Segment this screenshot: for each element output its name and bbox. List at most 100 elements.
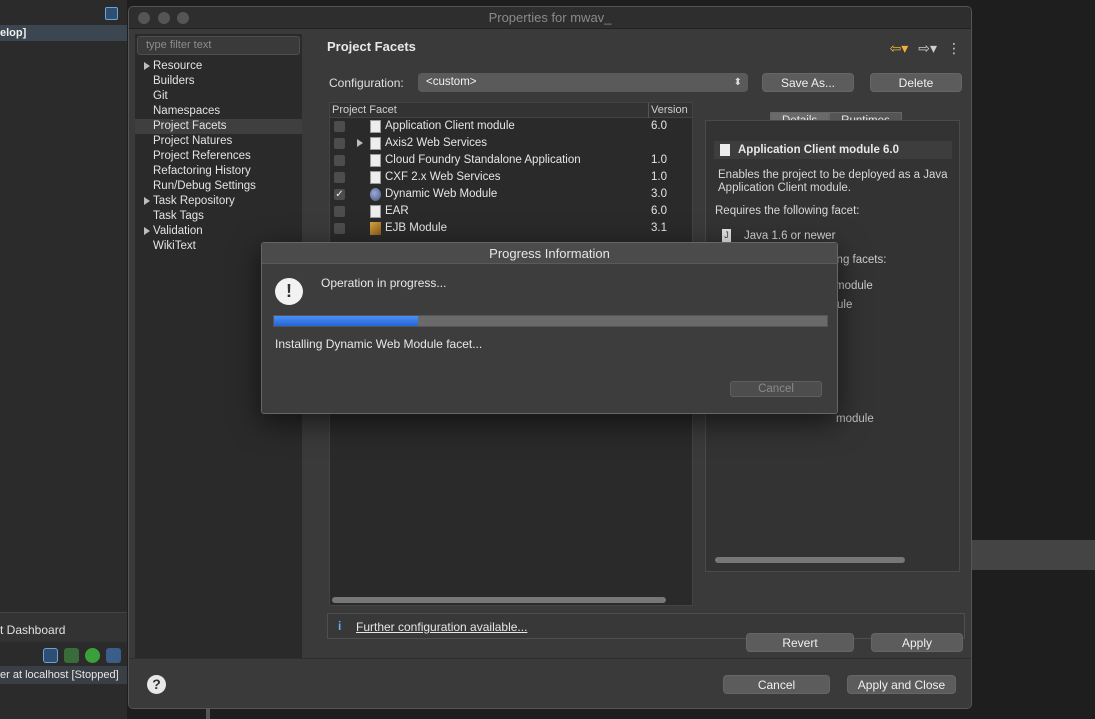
document-icon [370,205,381,218]
progress-task: Installing Dynamic Web Module facet... [275,337,483,351]
more-menu-icon[interactable]: ⋮ [947,40,961,57]
document-icon [720,144,730,156]
requires-label: Requires the following facet: [715,205,860,217]
facet-name: Cloud Foundry Standalone Application [385,154,581,166]
sidebar-item-task-tags[interactable]: Task Tags [135,209,302,224]
further-config-link[interactable]: Further configuration available... [356,620,527,634]
configuration-label: Configuration: [329,76,404,90]
sidebar-tree: Resource Builders Git Namespaces Project… [135,59,302,254]
apply-and-close-button[interactable]: Apply and Close [847,675,956,694]
progress-cancel-button[interactable]: Cancel [730,381,822,397]
delete-button[interactable]: Delete [870,73,962,92]
table-row[interactable]: Application Client module 6.0 [330,118,692,135]
facet-checkbox[interactable] [334,138,345,149]
sidebar-item-label: WikiText [153,240,196,252]
configuration-value: <custom> [426,76,477,88]
title-bar: Properties for mwav_ [129,7,971,29]
table-row[interactable]: CXF 2.x Web Services 1.0 [330,169,692,186]
facet-checkbox[interactable] [334,121,345,132]
sidebar-item-namespaces[interactable]: Namespaces [135,104,302,119]
column-header-facet[interactable]: Project Facet [332,104,397,116]
sidebar-item-label: Project References [153,150,251,162]
table-row[interactable]: Axis2 Web Services [330,135,692,152]
sidebar-item-task-repository[interactable]: Task Repository [135,194,302,209]
web-module-icon [370,188,381,201]
configuration-select[interactable]: <custom> ⬍ [418,73,748,92]
facet-name: Axis2 Web Services [385,137,488,149]
sidebar-item-git[interactable]: Git [135,89,302,104]
help-icon[interactable]: ? [147,675,166,694]
facet-version: 1.0 [651,154,667,166]
facet-name: EAR [385,205,409,217]
progress-title: Progress Information [262,243,837,264]
sidebar-item-resource[interactable]: Resource [135,59,302,74]
facet-version: 3.0 [651,188,667,200]
expand-arrow-icon[interactable] [144,62,150,70]
sidebar-item-builders[interactable]: Builders [135,74,302,89]
sidebar-item-label: Task Repository [153,195,235,207]
facet-checkbox[interactable] [334,172,345,183]
conflict-item-fragment: module [835,280,873,292]
sidebar-item-label: Namespaces [153,105,221,117]
facet-checkbox[interactable]: ✓ [334,189,345,200]
progress-message: Operation in progress... [321,276,447,290]
filter-input[interactable]: type filter text [137,36,300,55]
table-header: Project Facet Version [330,103,692,118]
document-icon [370,154,381,167]
ide-background-left: elop] t Dashboard er at localhost [Stopp… [0,0,127,719]
start-icon[interactable] [85,648,100,663]
profile-icon[interactable] [106,648,121,663]
sidebar-item-project-facets[interactable]: Project Facets [135,119,302,134]
save-as-button[interactable]: Save As... [762,73,854,92]
expand-arrow-icon[interactable] [144,227,150,235]
facet-name: Application Client module [385,120,515,132]
details-scrollbar[interactable] [715,557,905,563]
sidebar-item-label: Project Natures [153,135,233,147]
facet-checkbox[interactable] [334,206,345,217]
expand-arrow-icon[interactable] [144,197,150,205]
chevron-updown-icon: ⬍ [733,77,742,88]
expand-arrow-icon[interactable] [357,139,363,147]
ide-background-right [972,0,1095,719]
panel-band [972,540,1095,570]
sidebar-item-label: Refactoring History [153,165,251,177]
dashboard-tab[interactable]: t Dashboard [0,612,127,642]
back-arrow-icon[interactable]: ⇦▾ [889,40,908,57]
further-config-bar: i Further configuration available... [327,613,965,639]
facet-name: CXF 2.x Web Services [385,171,501,183]
sidebar-item-project-natures[interactable]: Project Natures [135,134,302,149]
column-header-version[interactable]: Version [651,104,688,116]
sidebar-item-refactoring-history[interactable]: Refactoring History [135,164,302,179]
table-row[interactable]: Cloud Foundry Standalone Application 1.0 [330,152,692,169]
facet-checkbox[interactable] [334,155,345,166]
apply-button[interactable]: Apply [871,633,963,652]
conflicts-label-fragment: ing facets: [834,254,887,266]
server-row[interactable]: er at localhost [Stopped] [0,666,127,684]
facet-version: 3.1 [651,222,667,234]
cancel-button[interactable]: Cancel [723,675,830,694]
revert-button[interactable]: Revert [746,633,854,652]
column-separator [648,103,649,118]
dialog-title: Properties for mwav_ [488,10,612,25]
document-icon [370,137,381,150]
sidebar-item-label: Validation [153,225,203,237]
requirement-item: Java 1.6 or newer [744,230,836,242]
view-icon[interactable] [105,7,118,20]
sidebar-item-validation[interactable]: Validation [135,224,302,239]
horizontal-scrollbar[interactable] [332,597,666,603]
conflict-item-fragment: module [836,413,874,425]
table-row[interactable]: EJB Module 3.1 [330,220,692,237]
table-row[interactable]: EAR 6.0 [330,203,692,220]
sidebar-item-run-debug-settings[interactable]: Run/Debug Settings [135,179,302,194]
sidebar-item-label: Project Facets [153,120,227,132]
new-server-icon[interactable] [43,648,58,663]
ejb-icon [370,222,381,235]
sidebar-item-project-references[interactable]: Project References [135,149,302,164]
forward-arrow-icon[interactable]: ⇨▾ [918,40,937,57]
sidebar-item-label: Builders [153,75,195,87]
divider [206,708,210,719]
java-icon: J [722,229,731,242]
debug-icon[interactable] [64,648,79,663]
facet-checkbox[interactable] [334,223,345,234]
table-row[interactable]: ✓ Dynamic Web Module 3.0 [330,186,692,203]
